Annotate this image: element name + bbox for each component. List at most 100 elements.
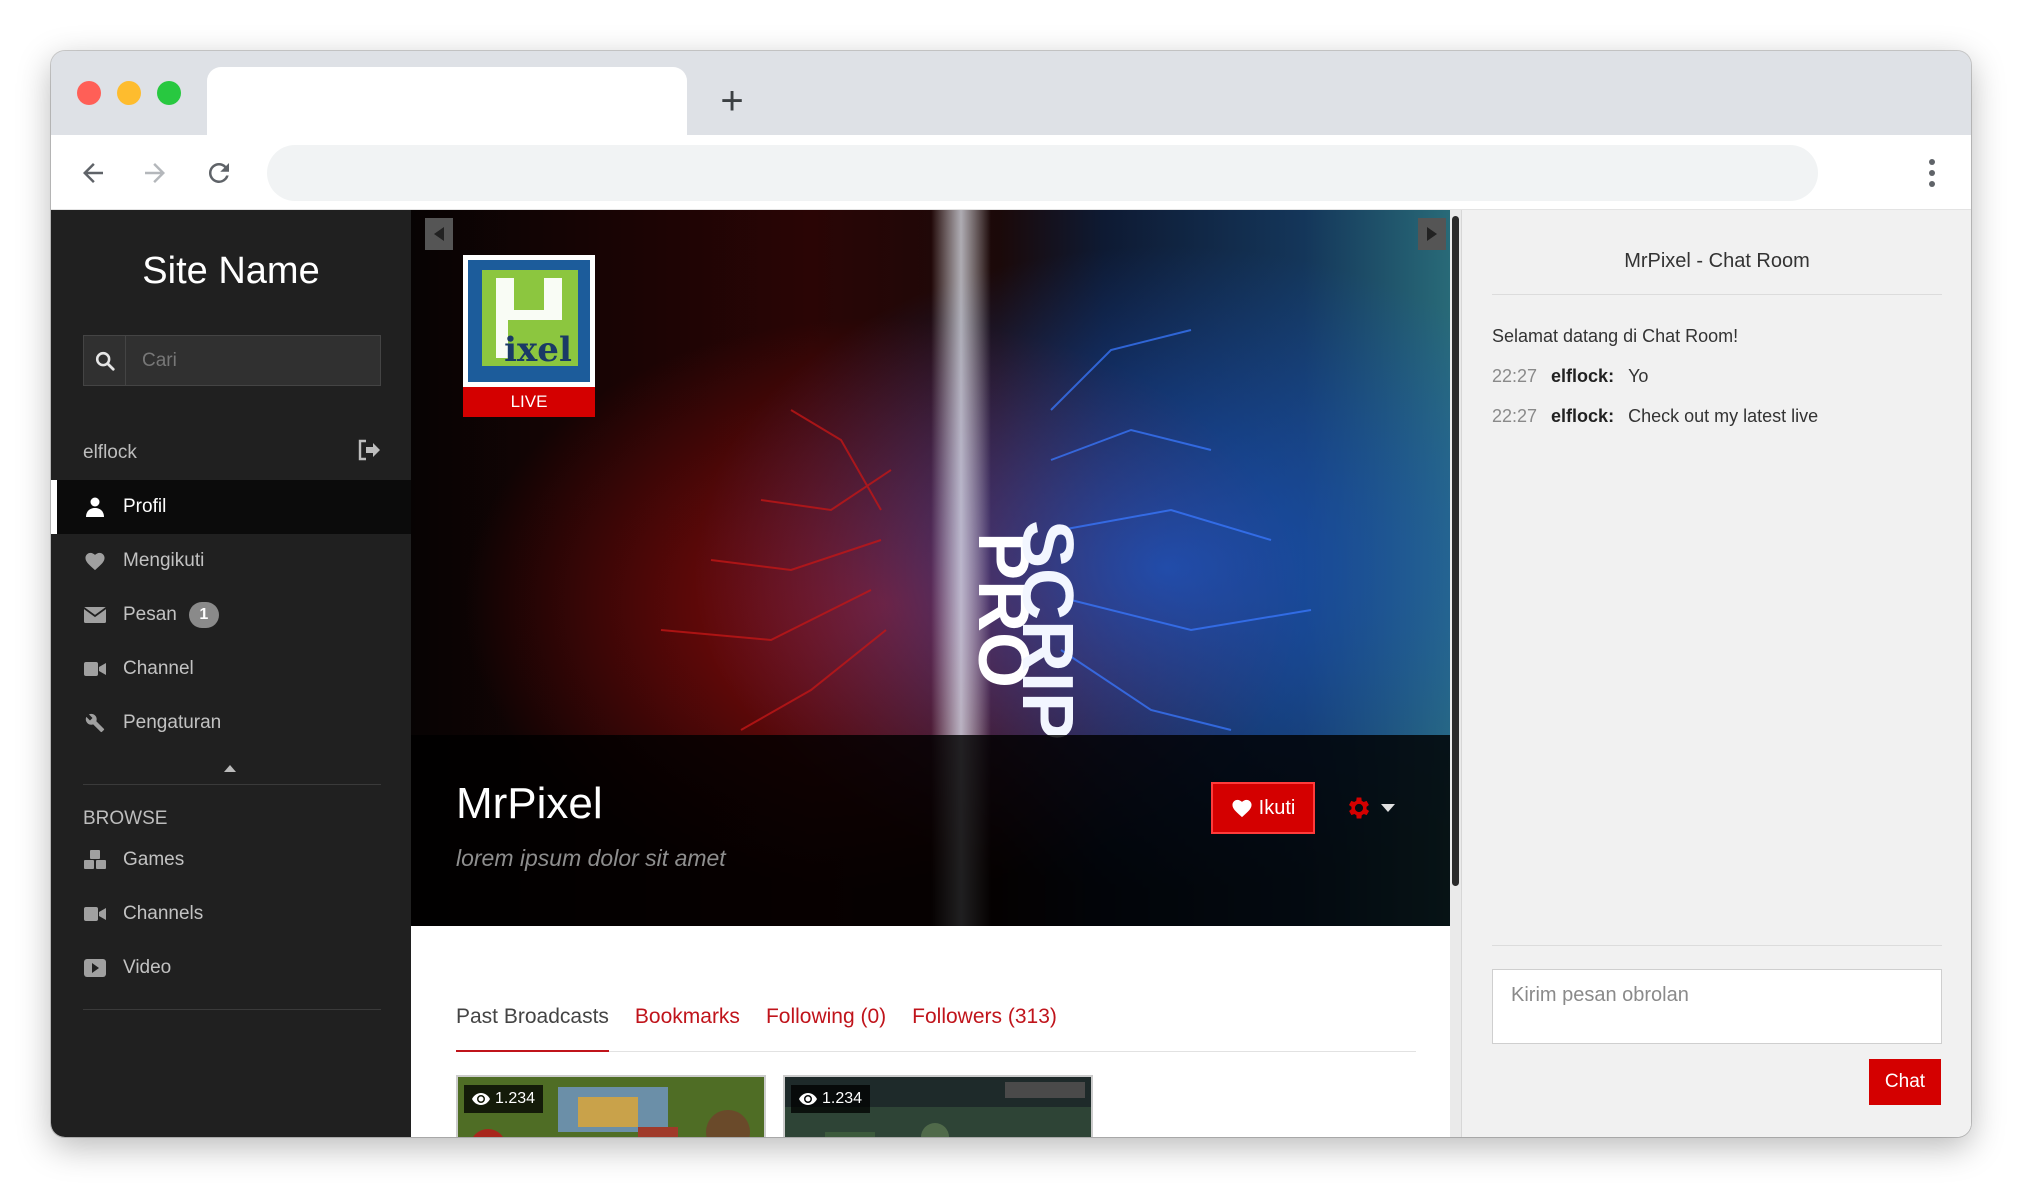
address-bar[interactable]	[267, 145, 1818, 201]
nav-label: Mengikuti	[123, 550, 205, 571]
chat-divider	[1492, 945, 1942, 946]
eye-icon	[472, 1093, 490, 1105]
tab-bookmarks[interactable]: Bookmarks	[635, 1000, 740, 1052]
nav-label: Channel	[123, 658, 194, 679]
close-window-button[interactable]	[77, 81, 101, 105]
play-icon	[83, 957, 107, 979]
view-count: 1.234	[791, 1085, 871, 1113]
back-button[interactable]	[71, 151, 115, 195]
video-thumbnail[interactable]: 1.234	[456, 1075, 766, 1137]
sidebar-item-pengaturan[interactable]: Pengaturan	[51, 696, 411, 750]
sidebar-divider	[83, 784, 381, 785]
logout-icon[interactable]	[357, 439, 381, 467]
tab-followers[interactable]: Followers (313)	[912, 1000, 1057, 1052]
browser-window: + Site Name elflock	[51, 51, 1971, 1137]
channel-avatar[interactable]: ixel LIVE	[463, 255, 595, 417]
channel-name: MrPixel	[456, 779, 603, 828]
video-camera-icon	[83, 903, 107, 925]
user-row: elflock	[83, 438, 381, 468]
svg-text:ixel: ixel	[504, 330, 572, 370]
sidebar-divider	[83, 1009, 381, 1010]
banner-next-button[interactable]	[1418, 218, 1446, 250]
search-box	[83, 335, 381, 386]
message-time: 22:27	[1492, 406, 1538, 426]
main-scrollbar[interactable]	[1450, 210, 1461, 1137]
heart-icon	[1232, 799, 1252, 818]
channel-settings-dropdown[interactable]	[1345, 793, 1405, 823]
forward-button[interactable]	[133, 151, 177, 195]
wrench-icon	[83, 712, 107, 734]
browser-toolbar	[51, 135, 1971, 210]
caret-right-icon	[1427, 227, 1437, 241]
message-user[interactable]: elflock:	[1551, 406, 1614, 427]
caret-left-icon	[434, 227, 444, 241]
tab-past-broadcasts[interactable]: Past Broadcasts	[456, 1000, 609, 1052]
chat-divider	[1492, 294, 1942, 295]
message-text: Yo	[1628, 366, 1649, 386]
sidebar-item-pesan[interactable]: Pesan 1	[51, 588, 411, 642]
video-thumbnail[interactable]: 1.234	[783, 1075, 1093, 1137]
chat-title: MrPixel - Chat Room	[1624, 250, 1810, 272]
nav-label: Pesan	[123, 604, 177, 625]
reload-button[interactable]	[197, 151, 241, 195]
scrollbar-thumb[interactable]	[1452, 216, 1459, 886]
nav-label: Channels	[123, 903, 204, 924]
browse-heading: BROWSE	[83, 808, 168, 829]
cubes-icon	[83, 849, 107, 871]
sidebar-item-channel[interactable]: Channel	[51, 642, 411, 696]
pixel-logo: ixel	[468, 260, 590, 382]
sidebar-item-channels[interactable]: Channels	[51, 887, 411, 941]
search-input[interactable]	[126, 349, 366, 372]
new-tab-button[interactable]: +	[712, 81, 752, 121]
sidebar-item-video[interactable]: Video	[51, 941, 411, 995]
follow-label: Ikuti	[1258, 796, 1296, 819]
collapse-caret-icon[interactable]	[224, 765, 236, 772]
arrow-left-icon	[83, 163, 103, 183]
browser-tab[interactable]	[207, 67, 687, 137]
tab-following[interactable]: Following (0)	[766, 1000, 886, 1052]
nav-label: Pengaturan	[123, 712, 222, 733]
minimize-window-button[interactable]	[117, 81, 141, 105]
sidebar-item-games[interactable]: Games	[51, 833, 411, 887]
site-name[interactable]: Site Name	[51, 250, 411, 293]
chat-message-input[interactable]	[1492, 969, 1942, 1044]
main-content: PRO SCRIP ixel LIVE MrPixel lorem ipsum …	[411, 210, 1461, 1137]
chat-panel: MrPixel - Chat Room Selamat datang di Ch…	[1461, 210, 1971, 1137]
nav-label: Video	[123, 957, 172, 978]
user-icon	[83, 496, 107, 518]
eye-icon	[799, 1093, 817, 1105]
username[interactable]: elflock	[83, 442, 137, 464]
browse-nav: Games Channels Video	[51, 833, 411, 995]
message-user[interactable]: elflock:	[1551, 366, 1614, 387]
live-badge: LIVE	[463, 387, 595, 417]
channel-banner: PRO SCRIP ixel LIVE MrPixel lorem ipsum …	[411, 210, 1461, 926]
page-viewport: Site Name elflock Profil	[51, 210, 1971, 1137]
banner-prev-button[interactable]	[425, 218, 453, 250]
envelope-icon	[83, 604, 107, 626]
tab-strip: +	[51, 51, 1971, 137]
channel-description: lorem ipsum dolor sit amet	[456, 845, 726, 871]
maximize-window-button[interactable]	[157, 81, 181, 105]
sidebar-item-profil[interactable]: Profil	[51, 480, 411, 534]
heart-icon	[83, 550, 107, 572]
chat-message: 22:27 elflock: Yo	[1492, 366, 1648, 387]
nav-label: Profil	[123, 496, 167, 517]
banner-text-right: SCRIP	[1007, 520, 1087, 740]
chat-welcome-message: Selamat datang di Chat Room!	[1492, 326, 1739, 346]
reload-icon	[208, 162, 229, 183]
search-icon[interactable]	[84, 336, 126, 385]
message-time: 22:27	[1492, 366, 1538, 386]
channel-info-bar: MrPixel lorem ipsum dolor sit amet Ikuti	[411, 735, 1461, 926]
chat-send-button[interactable]: Chat	[1869, 1059, 1941, 1105]
browser-menu-button[interactable]	[1917, 153, 1947, 193]
sidebar-item-mengikuti[interactable]: Mengikuti	[51, 534, 411, 588]
main-nav: Profil Mengikuti Pesan 1 Channel Pengatu…	[51, 480, 411, 750]
chevron-down-icon	[1381, 804, 1395, 812]
follow-button[interactable]: Ikuti	[1211, 782, 1315, 834]
view-count: 1.234	[464, 1085, 544, 1113]
chat-message: 22:27 elflock: Check out my latest live	[1492, 406, 1818, 427]
nav-label: Games	[123, 849, 185, 870]
gear-icon	[1348, 797, 1370, 819]
profile-tabs: Past Broadcasts Bookmarks Following (0) …	[456, 1000, 1416, 1052]
message-count-badge: 1	[188, 602, 219, 628]
